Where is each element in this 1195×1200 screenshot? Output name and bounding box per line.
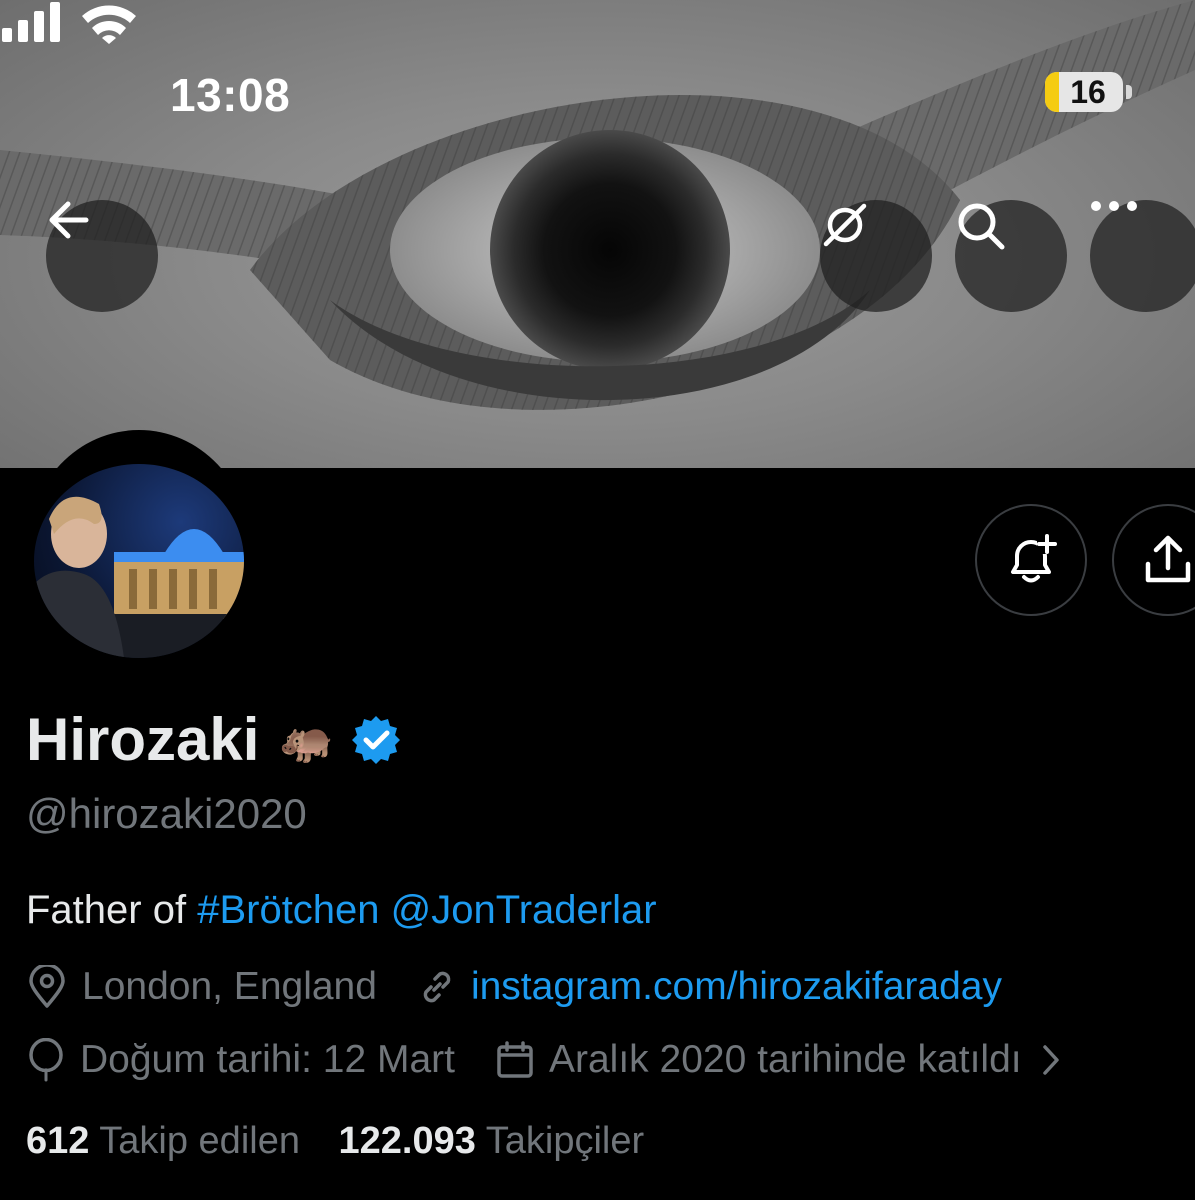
- bio-text: Father of: [26, 888, 198, 932]
- share-icon: [1145, 535, 1191, 583]
- avatar-image: [34, 464, 244, 658]
- profile-handle: @hirozaki2020: [26, 790, 307, 837]
- wifi-icon: [82, 5, 136, 44]
- profile-banner[interactable]: 13:08 16: [0, 0, 1195, 468]
- battery-icon: 16: [1045, 72, 1123, 112]
- status-time: 13:08: [170, 69, 291, 121]
- following-stat[interactable]: 612 Takip edilen: [26, 1120, 300, 1162]
- joined-text: Aralık 2020 tarihinde katıldı: [548, 1038, 1022, 1081]
- birthday-text: Doğum tarihi: 12 Mart: [80, 1038, 455, 1081]
- search-icon: [958, 203, 1005, 250]
- bell-plus-icon: [1011, 534, 1057, 583]
- hippo-emoji: 🦛: [279, 715, 335, 765]
- website-link[interactable]: instagram.com/hirozakifaraday: [471, 965, 1002, 1009]
- display-name: Hirozaki: [26, 706, 260, 773]
- battery-nub: [1126, 85, 1132, 99]
- status-signal-wifi: [2, 2, 136, 44]
- more-button[interactable]: [1090, 200, 1195, 312]
- share-button[interactable]: [1112, 504, 1195, 616]
- grok-button[interactable]: [820, 200, 932, 312]
- notifications-button[interactable]: [975, 504, 1087, 616]
- balloon-icon: [26, 1038, 66, 1082]
- link-icon: [417, 967, 457, 1007]
- location-icon: [26, 965, 68, 1009]
- avatar[interactable]: [28, 430, 250, 664]
- bio-mention-link[interactable]: @JonTraderlar: [391, 888, 657, 932]
- location-text: London, England: [82, 965, 377, 1008]
- profile-stats: 612 Takip edilen 122.093 Takipçiler: [26, 1120, 644, 1163]
- following-label: Takip edilen: [99, 1120, 300, 1162]
- profile-meta-row-2: Doğum tarihi: 12 Mart Aralık 2020 tarihi…: [26, 1038, 1076, 1082]
- more-icon: [1091, 201, 1137, 211]
- followers-stat[interactable]: 122.093 Takipçiler: [339, 1120, 645, 1162]
- signal-icon: [2, 2, 60, 42]
- profile-name: Hirozaki 🦛: [26, 705, 402, 774]
- battery-percent: 16: [1070, 74, 1106, 110]
- profile-bio: Father of #Brötchen @JonTraderlar: [26, 888, 657, 933]
- back-button[interactable]: [46, 200, 158, 312]
- calendar-icon: [495, 1040, 535, 1080]
- followers-count: 122.093: [338, 1120, 476, 1162]
- verified-badge-icon[interactable]: [350, 714, 402, 766]
- search-button[interactable]: [955, 200, 1067, 312]
- back-arrow-icon: [49, 201, 89, 239]
- profile-meta-row-1: London, England instagram.com/hirozakifa…: [26, 965, 1002, 1009]
- grok-icon: [823, 203, 867, 247]
- following-count: 612: [26, 1120, 90, 1162]
- followers-label: Takipçiler: [485, 1120, 645, 1162]
- chevron-right-icon[interactable]: [1040, 1043, 1062, 1077]
- bio-hashtag-link[interactable]: #Brötchen: [197, 888, 379, 932]
